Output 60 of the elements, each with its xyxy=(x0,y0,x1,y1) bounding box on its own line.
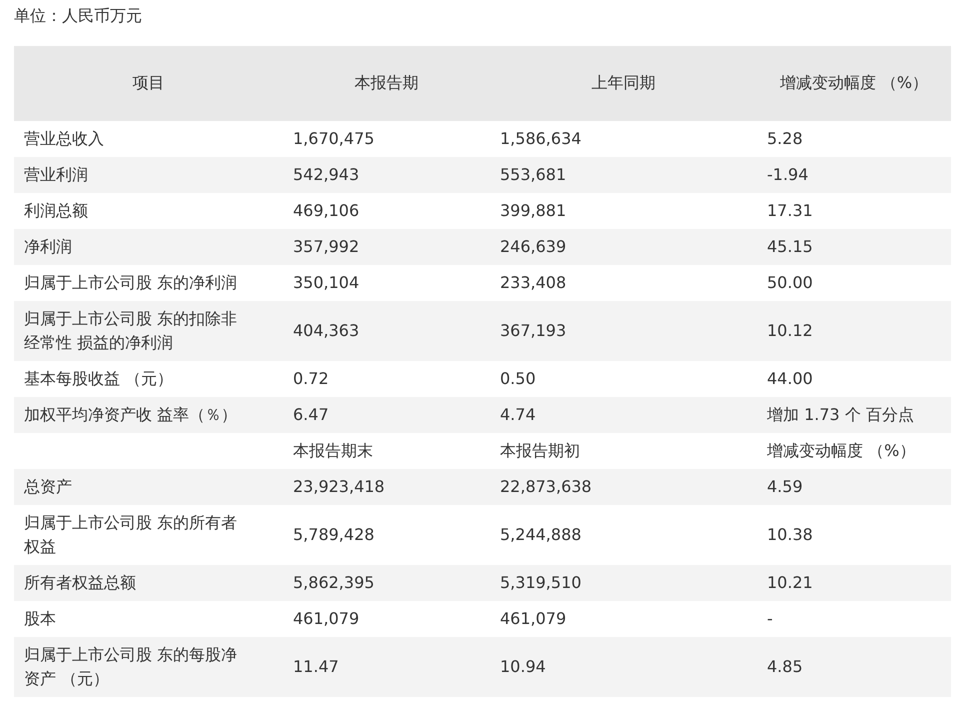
table-cell: 10.21 xyxy=(757,565,951,601)
table-cell: 357,992 xyxy=(283,229,490,265)
table-cell: 17.31 xyxy=(757,193,951,229)
column-header: 项目 xyxy=(14,46,283,121)
column-header: 上年同期 xyxy=(490,46,757,121)
table-cell: 所有者权益总额 xyxy=(14,565,283,601)
table-cell: 246,639 xyxy=(490,229,757,265)
table-cell: 10.38 xyxy=(757,505,951,565)
table-cell: 542,943 xyxy=(283,157,490,193)
unit-label: 单位：人民币万元 xyxy=(14,5,142,27)
table-cell: 10.94 xyxy=(490,637,757,697)
table-cell: 10.12 xyxy=(757,301,951,361)
table-cell: 加权平均净资产收 益率（％） xyxy=(14,397,283,433)
table-cell: 399,881 xyxy=(490,193,757,229)
table-cell: 4.59 xyxy=(757,469,951,505)
table-cell: 基本每股收益 （元） xyxy=(14,361,283,397)
table-cell: 6.47 xyxy=(283,397,490,433)
table-cell: 归属于上市公司股 东的每股净资产 （元） xyxy=(14,637,283,697)
table-cell: 0.50 xyxy=(490,361,757,397)
table-cell: 5,319,510 xyxy=(490,565,757,601)
table-cell: 23,923,418 xyxy=(283,469,490,505)
table-cell: 1,586,634 xyxy=(490,121,757,157)
table-cell: 归属于上市公司股 东的所有者权益 xyxy=(14,505,283,565)
table-cell: 5.28 xyxy=(757,121,951,157)
table-cell: 11.47 xyxy=(283,637,490,697)
table-cell: 本报告期末 xyxy=(283,433,490,469)
table-cell: 404,363 xyxy=(283,301,490,361)
table-cell: 利润总额 xyxy=(14,193,283,229)
table-cell: 营业利润 xyxy=(14,157,283,193)
table-cell: 1,670,475 xyxy=(283,121,490,157)
table-cell: 50.00 xyxy=(757,265,951,301)
table-cell: 5,244,888 xyxy=(490,505,757,565)
table-cell: - xyxy=(757,601,951,637)
table-cell: 22,873,638 xyxy=(490,469,757,505)
table-cell: 增加 1.73 个 百分点 xyxy=(757,397,951,433)
table-cell: 367,193 xyxy=(490,301,757,361)
table-cell: 553,681 xyxy=(490,157,757,193)
table-cell: 营业总收入 xyxy=(14,121,283,157)
table-cell: 461,079 xyxy=(283,601,490,637)
table-cell: 4.85 xyxy=(757,637,951,697)
table-cell: 总资产 xyxy=(14,469,283,505)
column-header: 本报告期 xyxy=(283,46,490,121)
table-cell: 股本 xyxy=(14,601,283,637)
table-cell: 增减变动幅度 （%） xyxy=(757,433,951,469)
table-cell: 归属于上市公司股 东的净利润 xyxy=(14,265,283,301)
table-cell: 5,789,428 xyxy=(283,505,490,565)
table-cell: 归属于上市公司股 东的扣除非经常性 损益的净利润 xyxy=(14,301,283,361)
table-cell: 461,079 xyxy=(490,601,757,637)
table-cell: 44.00 xyxy=(757,361,951,397)
table-cell: 4.74 xyxy=(490,397,757,433)
table-cell: 233,408 xyxy=(490,265,757,301)
column-header: 增减变动幅度 （%） xyxy=(757,46,951,121)
table-cell: 45.15 xyxy=(757,229,951,265)
table-cell: 净利润 xyxy=(14,229,283,265)
table-cell: 350,104 xyxy=(283,265,490,301)
table-cell: 0.72 xyxy=(283,361,490,397)
table-cell: 5,862,395 xyxy=(283,565,490,601)
table-cell: 本报告期初 xyxy=(490,433,757,469)
table-cell: -1.94 xyxy=(757,157,951,193)
table-cell: 469,106 xyxy=(283,193,490,229)
